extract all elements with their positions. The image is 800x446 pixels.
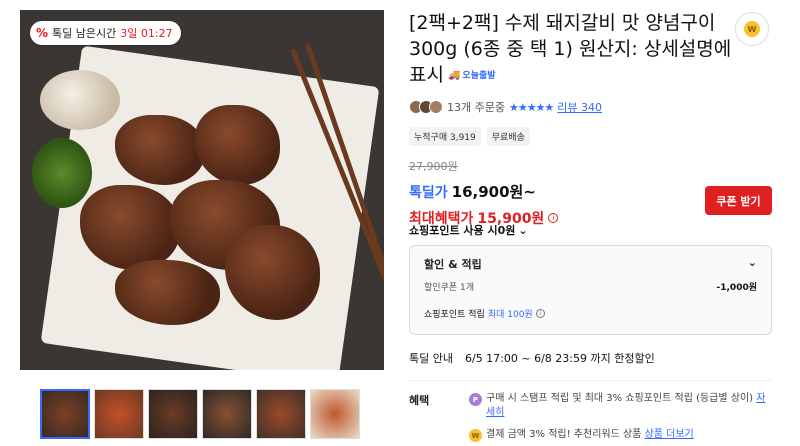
deal-price-label: 톡딜가	[409, 185, 448, 201]
divider	[409, 380, 772, 381]
deal-price-value: 16,900원~	[451, 183, 536, 201]
thumbnail-4[interactable]	[202, 389, 252, 439]
chevron-down-icon: ⌄	[747, 256, 757, 269]
star-rating-icon: ★★★★★	[508, 100, 554, 114]
discount-accumulation-box: 할인 & 적립 ⌄ 할인쿠폰 1개 -1,000원 쇼핑포인트 적립 최대 10…	[409, 245, 772, 335]
rating-row: 13개 주문중 ★★★★★ 리뷰 340	[409, 99, 602, 115]
points-label: 쇼핑포인트 적립	[424, 310, 485, 320]
thumbnail-3[interactable]	[148, 389, 198, 439]
truck-icon: 🚚	[447, 69, 461, 81]
shopping-points-dropdown[interactable]: 쇼핑포인트 사용 시0원 ⌄	[409, 222, 528, 238]
product-info: [2팩+2팩] 수제 돼지갈비 맛 양념구이 300g (6종 중 택 1) 원…	[409, 10, 772, 89]
deal-timer-badge: % 톡딜 남은시간 3일 01:27	[30, 21, 181, 45]
coupon-button[interactable]: 쿠폰 받기	[705, 186, 772, 215]
garlic-graphic	[40, 70, 120, 130]
more-products-link[interactable]: 상품 더보기	[645, 429, 694, 440]
timer-value: 3일 01:27	[120, 27, 173, 40]
coupon-amount: -1,000원	[716, 283, 757, 293]
tag-cumulative-purchase: 누적구매 3,919	[409, 127, 481, 146]
discount-header-label: 할인 & 적립	[424, 258, 482, 271]
discount-header[interactable]: 할인 & 적립 ⌄	[424, 256, 757, 272]
coin-icon: W	[744, 21, 760, 37]
benefit-coin-button[interactable]: W	[735, 12, 769, 46]
coupon-row: 할인쿠폰 1개 -1,000원	[424, 280, 757, 293]
points-row: 쇼핑포인트 적립 최대 100원 i	[424, 307, 757, 320]
benefit-item-stamp: P 구매 시 스탬프 적립 및 최대 3% 쇼핑포인트 적립 (등급별 상이) …	[469, 392, 769, 420]
deal-info: 톡딜 안내 6/5 17:00 ~ 6/8 23:59 까지 한정할인	[409, 350, 655, 366]
original-price: 27,900원	[409, 160, 458, 173]
product-tags: 누적구매 3,919 무료배송	[409, 127, 530, 146]
timer-label: 톡딜 남은시간	[52, 27, 117, 40]
coupon-label: 할인쿠폰 1개	[424, 283, 474, 293]
product-title: [2팩+2팩] 수제 돼지갈비 맛 양념구이 300g (6종 중 택 1) 원…	[409, 10, 734, 89]
points-icon: P	[469, 393, 482, 406]
review-link[interactable]: 리뷰 340	[557, 99, 602, 115]
thumbnail-1[interactable]	[40, 389, 90, 439]
avatar	[429, 100, 443, 114]
info-icon[interactable]: i	[535, 309, 545, 318]
buyer-avatars	[409, 100, 443, 114]
thumbnail-strip	[40, 389, 360, 439]
benefit-text: 구매 시 스탬프 적립 및 최대 3% 쇼핑포인트 적립 (등급별 상이) 자세…	[486, 393, 766, 418]
order-count: 13개 주문중	[447, 101, 505, 114]
chevron-down-icon: ⌄	[518, 223, 528, 237]
benefit-label: 혜택	[409, 394, 430, 407]
shopping-points-label: 쇼핑포인트 사용 시0원	[409, 224, 516, 237]
thumbnail-6[interactable]	[310, 389, 360, 439]
deal-info-text: 6/5 17:00 ~ 6/8 23:59 까지 한정할인	[464, 352, 655, 365]
points-highlight: 최대 100원	[487, 310, 533, 320]
greens-graphic	[32, 138, 92, 208]
thumbnail-5[interactable]	[256, 389, 306, 439]
info-icon[interactable]: i	[548, 213, 559, 223]
thumbnail-2[interactable]	[94, 389, 144, 439]
benefit-item-reward: W 결제 금액 3% 적립! 추천리워드 상품 상품 더보기	[469, 428, 769, 442]
percent-icon: %	[36, 26, 49, 40]
benefit-text: 결제 금액 3% 적립! 추천리워드 상품 상품 더보기	[486, 429, 694, 440]
deal-info-label: 톡딜 안내	[409, 352, 453, 365]
coin-icon: W	[469, 429, 482, 442]
delivery-badge: 🚚 오늘출발	[448, 63, 496, 89]
tag-free-shipping: 무료배송	[486, 127, 530, 146]
product-main-image[interactable]	[20, 10, 384, 370]
